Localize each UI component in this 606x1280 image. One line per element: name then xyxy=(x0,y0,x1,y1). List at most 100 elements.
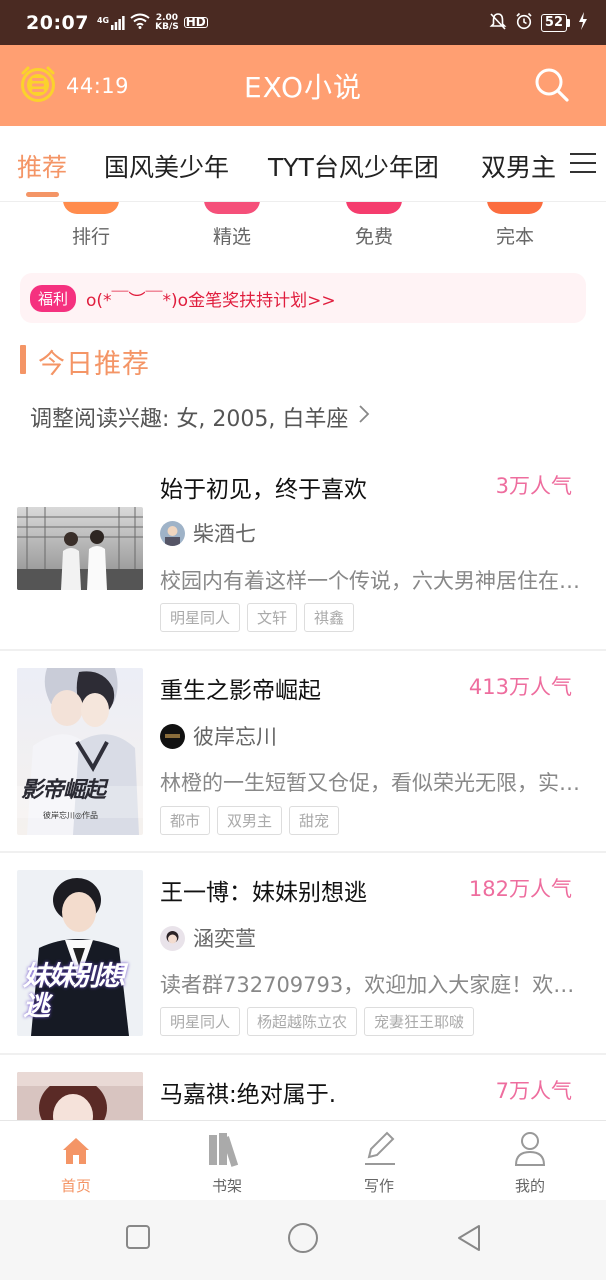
user-icon xyxy=(475,1131,585,1167)
book-item[interactable]: 妹妹别想逃 王一博：妹妹别想逃 182万人气 涵奕萱 读者群732709793，… xyxy=(0,853,606,1053)
tab-tyt[interactable]: TYT台风少年团 xyxy=(268,148,439,184)
nav-label: 书架 xyxy=(211,1177,242,1195)
tab-guofeng[interactable]: 国风美少年 xyxy=(104,148,229,184)
cover-title-art: 妹妹别想逃 xyxy=(23,961,125,1022)
reading-timer[interactable]: 44:19 xyxy=(18,64,129,108)
author-avatar xyxy=(160,520,185,546)
book-author: 彼岸忘川 xyxy=(160,721,277,751)
free-icon xyxy=(346,202,402,214)
network-type: 4G xyxy=(96,15,110,25)
author-name: 涵奕萱 xyxy=(193,927,256,951)
quick-entry-featured[interactable]: 精选 xyxy=(177,202,287,249)
welfare-text: o(*￣︶￣*)o金笔奖扶持计划>> xyxy=(86,290,336,311)
battery-tip xyxy=(567,18,570,27)
quick-entry-label: 排行 xyxy=(71,226,110,248)
section-title: 今日推荐 xyxy=(38,349,150,380)
book-tag[interactable]: 明星同人 xyxy=(160,1007,241,1036)
nav-bookshelf[interactable]: 书架 xyxy=(172,1131,282,1196)
bottom-navigation: 首页 书架 写作 我的 xyxy=(0,1120,606,1200)
cover-author-art: 彼岸忘川◎作品 xyxy=(43,811,98,820)
menu-icon[interactable] xyxy=(570,151,596,175)
cover-title-art: 影帝崛起 xyxy=(21,777,106,803)
author-name: 彼岸忘川 xyxy=(193,725,277,749)
speed-unit: KB/S xyxy=(155,21,179,32)
book-tag[interactable]: 祺鑫 xyxy=(304,603,355,632)
book-tag[interactable]: 宠妻狂王耶啵 xyxy=(364,1007,475,1036)
quick-entries: 排行 精选 免费 完本 xyxy=(0,202,606,262)
quick-entry-free[interactable]: 免费 xyxy=(319,202,429,249)
welfare-banner[interactable]: 福利 o(*￣︶￣*)o金笔奖扶持计划>> xyxy=(20,273,586,323)
book-tag[interactable]: 明星同人 xyxy=(160,603,241,632)
book-tag[interactable]: 双男主 xyxy=(217,806,283,835)
network-speed: 2.00 KB/S xyxy=(155,13,179,32)
timer-text: 44:19 xyxy=(66,73,130,98)
chevron-right-icon xyxy=(358,404,370,430)
book-cover: 影帝崛起 彼岸忘川◎作品 xyxy=(17,668,143,835)
book-author: 柴酒七 xyxy=(160,518,256,548)
book-title: 重生之影帝崛起 xyxy=(160,678,321,704)
book-tags: 明星同人 杨超越陈立农 宠妻狂王耶啵 xyxy=(160,1007,475,1036)
quick-entry-rank[interactable]: 排行 xyxy=(36,202,146,249)
book-description: 校园内有着这样一个传说，六大男神居住在一起…… xyxy=(160,569,582,593)
status-right: 52 xyxy=(489,11,588,34)
nav-home[interactable]: 首页 xyxy=(21,1131,131,1196)
active-tab-indicator xyxy=(26,192,59,197)
book-cover xyxy=(17,1072,143,1120)
author-name: 柴酒七 xyxy=(193,522,256,546)
welfare-badge: 福利 xyxy=(30,284,77,312)
battery-level: 52 xyxy=(540,13,567,32)
tab-recommend[interactable]: 推荐 xyxy=(17,148,67,184)
status-bar: 20:07 4G 2.00 KB/S HD 52 xyxy=(0,0,606,45)
book-title: 始于初见，终于喜欢 xyxy=(160,477,367,503)
book-title: 马嘉祺:绝对属于. xyxy=(160,1082,337,1108)
nav-write[interactable]: 写作 xyxy=(324,1131,434,1196)
section-accent-bar xyxy=(20,345,26,374)
book-popularity: 413万人气 xyxy=(468,675,572,699)
recent-apps-icon[interactable] xyxy=(125,1224,151,1254)
book-popularity: 7万人气 xyxy=(495,1079,572,1103)
category-tabs: 推荐 国风美少年 TYT台风少年团 双男主 xyxy=(0,126,606,202)
alarm-clock-icon xyxy=(18,64,58,108)
author-avatar xyxy=(160,723,185,749)
network-indicators: 4G 2.00 KB/S HD xyxy=(97,13,208,32)
featured-icon xyxy=(204,202,260,214)
book-item[interactable]: 始于初见，终于喜欢 3万人气 柴酒七 校园内有着这样一个传说，六大男神居住在一起… xyxy=(0,450,606,650)
book-tags: 明星同人 文轩 祺鑫 xyxy=(160,603,355,632)
nav-label: 首页 xyxy=(60,1177,91,1195)
back-icon[interactable] xyxy=(455,1224,483,1256)
book-description: 林橙的一生短暂又仓促，看似荣光无限，实则…… xyxy=(160,771,582,795)
battery-indicator: 52 xyxy=(540,13,570,32)
nav-profile[interactable]: 我的 xyxy=(475,1131,585,1196)
system-navigation-bar xyxy=(0,1200,606,1280)
rank-icon xyxy=(63,202,119,214)
book-item[interactable]: 马嘉祺:绝对属于. 7万人气 xyxy=(0,1055,606,1120)
quick-entry-label: 精选 xyxy=(212,226,251,248)
search-icon[interactable] xyxy=(534,67,570,107)
book-item[interactable]: 影帝崛起 彼岸忘川◎作品 重生之影帝崛起 413万人气 彼岸忘川 林橙的一生短暂… xyxy=(0,651,606,852)
book-cover xyxy=(17,507,143,590)
book-tag[interactable]: 都市 xyxy=(160,806,211,835)
book-title: 王一博：妹妹别想逃 xyxy=(160,880,367,906)
signal-icon: 4G xyxy=(96,15,125,30)
reading-preference-link[interactable]: 调整阅读兴趣: 女, 2005, 白羊座 xyxy=(30,401,370,433)
book-tag[interactable]: 杨超越陈立农 xyxy=(247,1007,358,1036)
alarm-icon xyxy=(515,12,533,34)
book-tag[interactable]: 文轩 xyxy=(247,603,298,632)
book-cover: 妹妹别想逃 xyxy=(17,870,143,1036)
preference-text: 调整阅读兴趣: 女, 2005, 白羊座 xyxy=(30,407,349,432)
book-popularity: 3万人气 xyxy=(495,474,572,498)
home-icon xyxy=(21,1131,131,1167)
book-tag[interactable]: 甜宠 xyxy=(289,806,340,835)
home-button-icon[interactable] xyxy=(287,1222,319,1258)
charging-icon xyxy=(578,11,588,34)
book-author: 涵奕萱 xyxy=(160,923,256,953)
quick-entry-label: 免费 xyxy=(354,226,393,248)
finished-icon xyxy=(487,202,543,214)
book-tags: 都市 双男主 甜宠 xyxy=(160,806,340,835)
mute-icon xyxy=(489,12,507,34)
tab-double-male[interactable]: 双男主 xyxy=(481,148,556,184)
nav-label: 我的 xyxy=(514,1177,545,1195)
quick-entry-finished[interactable]: 完本 xyxy=(460,202,570,249)
book-description: 读者群732709793，欢迎加入大家庭！欢迎…… xyxy=(160,973,582,997)
book-popularity: 182万人气 xyxy=(468,877,572,901)
